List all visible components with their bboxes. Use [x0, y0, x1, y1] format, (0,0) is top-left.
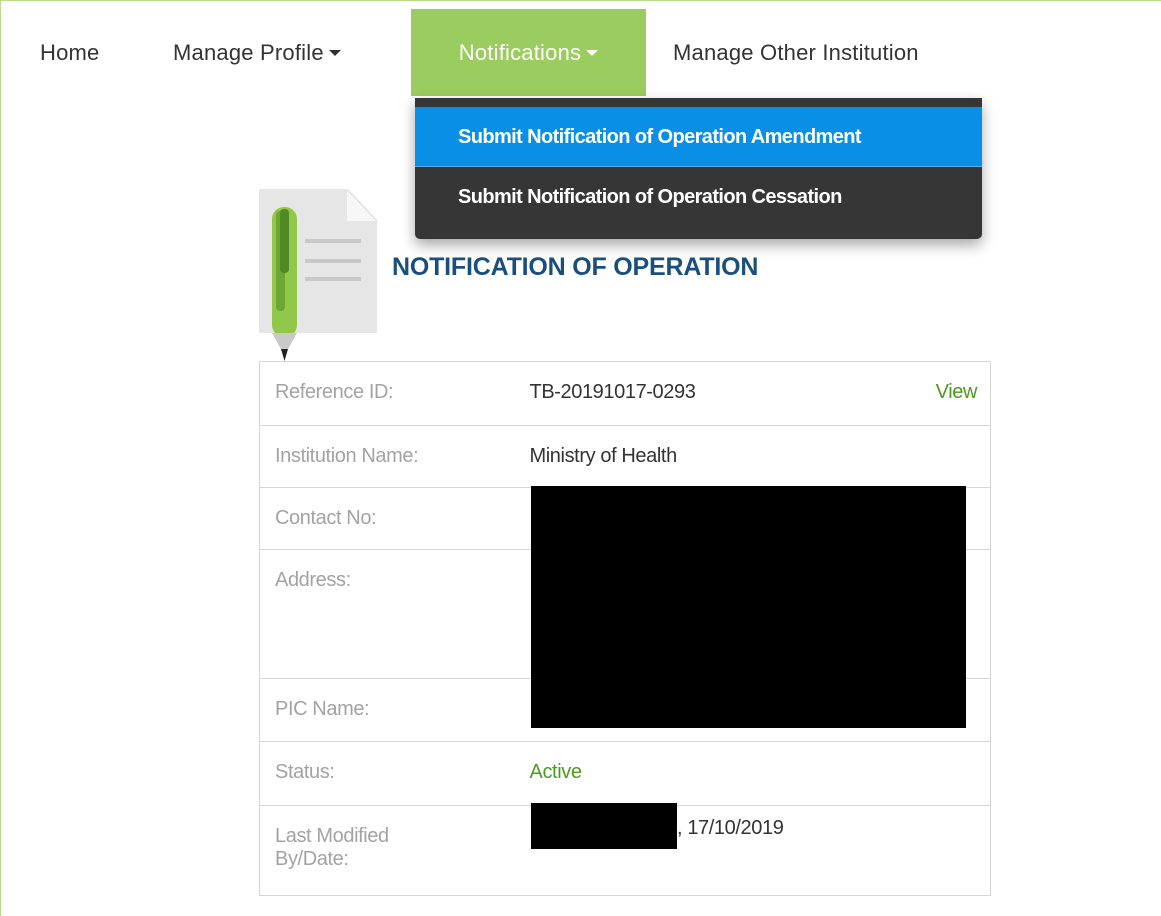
- table-row: Institution Name: Ministry of Health: [259, 425, 991, 488]
- last-modified-date: , 17/10/2019: [677, 817, 784, 839]
- nav-home-label: Home: [40, 40, 100, 65]
- status-value: Active: [529, 761, 582, 783]
- address-label: Address:: [275, 569, 351, 591]
- nav-notifications[interactable]: Notifications: [411, 9, 646, 96]
- reference-id-label: Reference ID:: [275, 381, 394, 403]
- nav-manage-other-label: Manage Other Institution: [673, 40, 919, 65]
- document-pen-icon: [259, 188, 378, 361]
- notifications-dropdown: Submit Notification of Operation Amendme…: [415, 98, 982, 239]
- institution-name-label: Institution Name:: [275, 445, 419, 467]
- status-label: Status:: [275, 761, 335, 783]
- nav-home[interactable]: Home: [40, 9, 100, 96]
- nav-manage-profile[interactable]: Manage Profile: [173, 9, 341, 96]
- last-modified-label-line1: Last Modified: [275, 825, 389, 847]
- view-link[interactable]: View: [907, 362, 978, 404]
- nav-notifications-label: Notifications: [458, 40, 582, 65]
- table-row: Reference ID: TB-20191017-0293 View: [259, 361, 991, 426]
- menu-item-submit-amendment[interactable]: Submit Notification of Operation Amendme…: [415, 107, 982, 167]
- nav-manage-profile-label: Manage Profile: [173, 40, 324, 65]
- institution-name-value: Ministry of Health: [529, 445, 678, 467]
- nav-manage-other-institution[interactable]: Manage Other Institution: [673, 9, 919, 96]
- page-title: NOTIFICATION OF OPERATION: [392, 253, 759, 281]
- pic-name-label: PIC Name:: [275, 698, 370, 720]
- menu-item-submit-cessation[interactable]: Submit Notification of Operation Cessati…: [415, 167, 982, 227]
- caret-down-icon: [328, 50, 341, 57]
- last-modified-label: Last Modified By/Date:: [275, 806, 517, 871]
- page: Home Manage Profile Notifications Manage…: [0, 0, 1161, 916]
- table-row: Status: Active: [259, 741, 991, 806]
- contact-no-label: Contact No:: [275, 507, 377, 529]
- reference-id-value: TB-20191017-0293: [529, 381, 696, 403]
- top-nav: Home Manage Profile Notifications Manage…: [1, 9, 1161, 96]
- redacted-block: [531, 486, 966, 728]
- redacted-block: [531, 803, 677, 849]
- last-modified-label-line2: By/Date:: [275, 848, 349, 870]
- caret-down-icon: [586, 50, 599, 57]
